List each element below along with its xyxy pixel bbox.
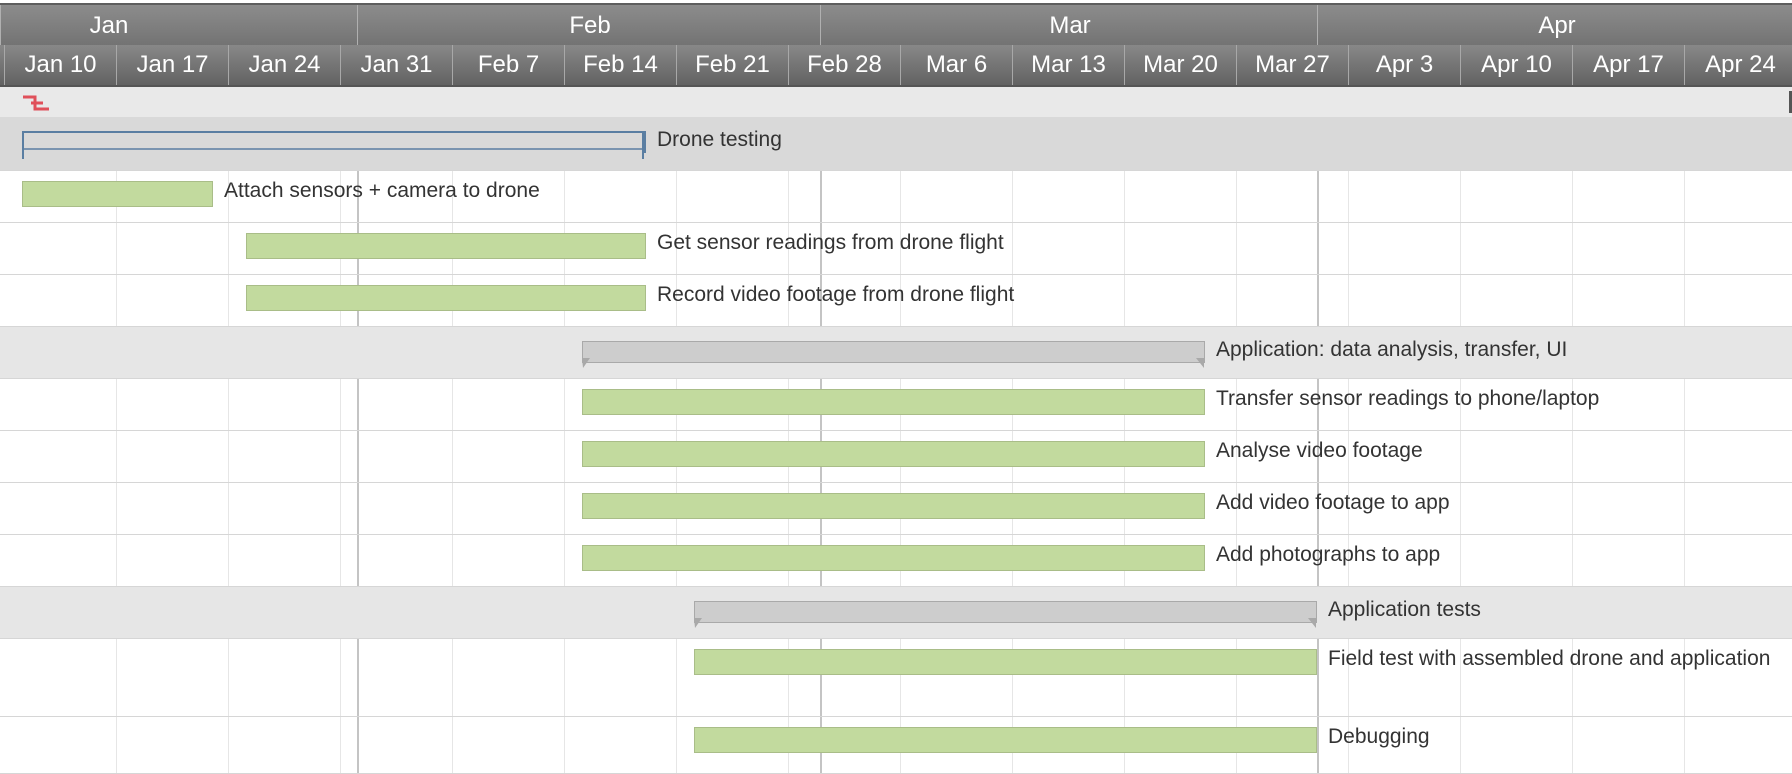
- week-cell: Mar 27: [1236, 45, 1348, 85]
- week-cell: Jan 10: [4, 45, 116, 85]
- task-label: Record video footage from drone flight: [657, 283, 1015, 306]
- summary-row[interactable]: Application tests: [0, 587, 1792, 639]
- week-cell: Feb 28: [788, 45, 900, 85]
- task-bar[interactable]: [694, 727, 1317, 753]
- task-row[interactable]: Transfer sensor readings to phone/laptop: [0, 379, 1792, 431]
- week-cell: Feb 7: [452, 45, 564, 85]
- week-cell: Apr 17: [1572, 45, 1684, 85]
- summary-row[interactable]: Application: data analysis, transfer, UI: [0, 327, 1792, 379]
- week-cell: Apr 10: [1460, 45, 1572, 85]
- task-label: Add photographs to app: [1216, 543, 1441, 566]
- task-row[interactable]: Debugging: [0, 717, 1792, 774]
- task-label: Get sensor readings from drone flight: [657, 231, 1004, 254]
- week-cell: Mar 20: [1124, 45, 1236, 85]
- task-bar[interactable]: [22, 181, 213, 207]
- task-label: Attach sensors + camera to drone: [224, 179, 540, 202]
- toolbar-strip: [0, 87, 1792, 118]
- week-cell: Apr 24: [1684, 45, 1792, 85]
- task-row[interactable]: Attach sensors + camera to drone: [0, 171, 1792, 223]
- task-label: Field test with assembled drone and appl…: [1328, 647, 1771, 670]
- task-label: Application tests: [1328, 598, 1481, 621]
- task-label: Drone testing: [657, 128, 782, 151]
- task-label: Analyse video footage: [1216, 439, 1423, 462]
- month-apr: Apr: [1317, 5, 1792, 47]
- task-label: Add video footage to app: [1216, 491, 1450, 514]
- task-label: Debugging: [1328, 725, 1430, 748]
- month-jan: Jan: [0, 5, 357, 47]
- task-label: Application: data analysis, transfer, UI: [1216, 338, 1568, 361]
- summary-bar[interactable]: [694, 601, 1317, 628]
- month-header: Jan Feb Mar Apr: [0, 3, 1792, 47]
- week-cell: Jan 17: [116, 45, 228, 85]
- task-row[interactable]: Add photographs to app: [0, 535, 1792, 587]
- task-row[interactable]: Field test with assembled drone and appl…: [0, 639, 1792, 717]
- week-cell: Feb 21: [676, 45, 788, 85]
- summary-bracket: [694, 618, 1316, 628]
- summary-row[interactable]: Drone testing: [0, 117, 1792, 171]
- task-row[interactable]: Get sensor readings from drone flight: [0, 223, 1792, 275]
- task-bar[interactable]: [582, 493, 1205, 519]
- task-row[interactable]: Add video footage to app: [0, 483, 1792, 535]
- task-label: Transfer sensor readings to phone/laptop: [1216, 387, 1600, 410]
- week-header: Jan 10 Jan 17 Jan 24 Jan 31 Feb 7 Feb 14…: [0, 45, 1792, 87]
- task-bar[interactable]: [582, 545, 1205, 571]
- task-bar[interactable]: [246, 285, 646, 311]
- task-row[interactable]: Analyse video footage: [0, 431, 1792, 483]
- week-cell: Jan 24: [228, 45, 340, 85]
- month-mar: Mar: [820, 5, 1317, 47]
- task-bar[interactable]: [694, 649, 1317, 675]
- week-cell: Mar 6: [900, 45, 1012, 85]
- summary-bar[interactable]: [22, 131, 646, 159]
- task-bar[interactable]: [582, 389, 1205, 415]
- task-bar[interactable]: [246, 233, 646, 259]
- summary-bracket: [22, 131, 644, 159]
- month-feb: Feb: [357, 5, 820, 47]
- week-cell: Apr 3: [1348, 45, 1460, 85]
- week-cell: Feb 14: [564, 45, 676, 85]
- task-bar[interactable]: [582, 441, 1205, 467]
- summary-bracket: [582, 358, 1204, 368]
- task-row[interactable]: Record video footage from drone flight: [0, 275, 1792, 327]
- gantt-chart: Jan Feb Mar Apr Jan 10 Jan 17 Jan 24 Jan…: [0, 0, 1792, 774]
- summary-bar[interactable]: [582, 341, 1205, 368]
- critical-path-icon[interactable]: [22, 94, 52, 112]
- week-cell: Mar 13: [1012, 45, 1124, 85]
- week-cell: Jan 31: [340, 45, 452, 85]
